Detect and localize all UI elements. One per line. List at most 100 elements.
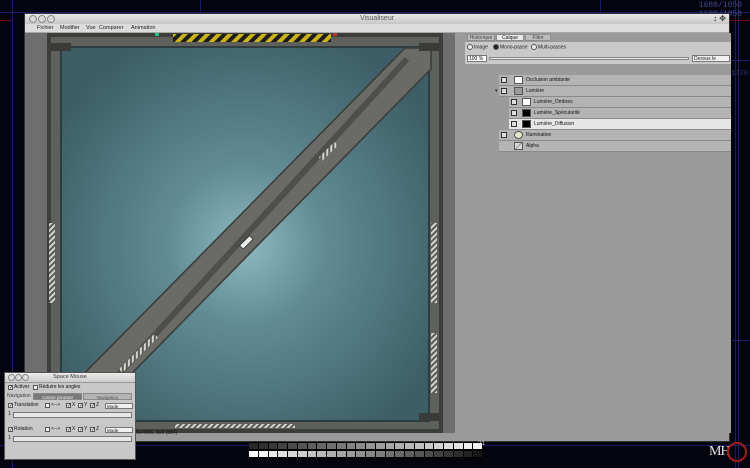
layer-thumbnail	[522, 109, 531, 117]
rotation-x-checkbox[interactable]: ✓	[66, 427, 71, 433]
layer-row-light-specular[interactable]: Lumière_Spécularité	[509, 108, 731, 119]
gray-swatch	[424, 443, 434, 449]
navigation-label: Navigation	[7, 393, 31, 399]
rotation-y-checkbox[interactable]: ✓	[78, 427, 83, 433]
red-seal-icon	[727, 442, 747, 462]
visibility-eye-icon[interactable]	[501, 77, 507, 83]
menu-view[interactable]: Vue	[86, 24, 96, 32]
gray-swatch	[395, 443, 404, 449]
zoom-palette-button[interactable]	[22, 374, 29, 381]
visibility-eye-icon[interactable]	[511, 121, 517, 127]
visibility-eye-icon[interactable]	[501, 132, 507, 138]
axis-y-label: Y	[84, 426, 88, 432]
gray-swatch	[288, 443, 297, 449]
menu-edit[interactable]: Modifier	[60, 24, 80, 32]
tab-history[interactable]: Historique	[467, 34, 495, 41]
layer-name: Illumination	[526, 132, 552, 138]
layer-thumbnail	[522, 98, 531, 106]
grid-line	[732, 60, 750, 61]
visibility-eye-icon[interactable]	[511, 110, 517, 116]
grid-line	[600, 0, 601, 13]
axis-z-label: Z	[96, 402, 100, 408]
translation-checkbox[interactable]: ✓	[8, 403, 13, 409]
gray-swatch	[249, 443, 258, 449]
palette-title: Space Mouse	[53, 374, 87, 380]
gray-swatch	[444, 443, 453, 449]
translation-speed-slider[interactable]	[13, 412, 132, 418]
gray-swatch	[453, 451, 463, 457]
radio-dot	[531, 44, 537, 50]
radio-label: Multi-passes	[538, 44, 567, 51]
resolution-readout-line: 1680/1050	[698, 1, 742, 10]
side-marking	[49, 223, 55, 303]
translation-invert-checkbox[interactable]	[45, 403, 50, 408]
gray-swatch	[307, 443, 317, 449]
tab-filter[interactable]: Filtre	[525, 34, 551, 41]
radio-label: Image	[474, 44, 488, 51]
gray-swatch	[385, 451, 395, 457]
menu-animation[interactable]: Animation	[131, 24, 155, 32]
layer-row-ambient-occlusion[interactable]: Occlusion ambiante	[499, 75, 731, 86]
rotation-speed-slider[interactable]	[13, 436, 132, 442]
translation-z-checkbox[interactable]: ✓	[90, 403, 95, 409]
close-palette-button[interactable]	[8, 374, 15, 381]
rotation-mode-select[interactable]: Mode	[105, 427, 133, 433]
rotation-z-checkbox[interactable]: ✓	[90, 427, 95, 433]
radio-mono-pass[interactable]: Mono-passe	[493, 44, 528, 51]
layer-thumbnail	[514, 87, 523, 95]
reduce-angles-checkbox[interactable]	[33, 385, 38, 390]
segment-pivot-center[interactable]: Centre pivotant	[33, 393, 82, 400]
layer-thumbnail	[514, 131, 523, 139]
window-title: Visualiseur	[359, 15, 395, 22]
menu-file[interactable]: Fichier	[37, 24, 54, 32]
menu-bar: Fichier Modifier Vue Comparer Animation	[25, 24, 729, 33]
radio-image[interactable]: Image	[467, 44, 488, 51]
activate-checkbox[interactable]: ✓	[8, 385, 13, 391]
gray-swatch	[249, 451, 258, 457]
disclosure-triangle-icon[interactable]: ▾	[495, 86, 498, 97]
gray-swatch	[434, 443, 443, 449]
visibility-eye-icon[interactable]	[501, 88, 507, 94]
translation-mode-select[interactable]: Mode	[105, 403, 133, 409]
layer-row-illumination[interactable]: Illumination	[499, 130, 731, 141]
visibility-eye-icon[interactable]	[511, 99, 517, 105]
gray-swatch	[288, 451, 297, 457]
opacity-slider[interactable]	[489, 57, 689, 60]
rotation-speed-value: 1	[8, 435, 11, 441]
blend-mode-select[interactable]: Dessus le	[692, 55, 730, 62]
axis-x-label: X	[72, 426, 76, 432]
layers-panel: Historique Calque Filtre Image Mono-pass…	[465, 33, 731, 433]
layer-row-light-shadows[interactable]: Lumière_Ombres	[509, 97, 731, 108]
layer-row-light[interactable]: ▾ Lumière	[495, 86, 731, 97]
side-readout: 1720	[731, 70, 748, 78]
rotation-invert-checkbox[interactable]	[45, 427, 50, 432]
segment-navigation[interactable]: Navigation	[83, 393, 132, 400]
layer-name: Occlusion ambiante	[526, 77, 570, 83]
minimize-palette-button[interactable]	[15, 374, 22, 381]
gray-swatch	[463, 451, 473, 457]
titlebar-tools-icon[interactable]: ↕ ✥	[713, 14, 726, 24]
layer-row-light-diffusion[interactable]: Lumière_Diffusion	[509, 119, 731, 130]
layer-name: Lumière_Ombres	[534, 99, 573, 105]
gray-swatch	[327, 451, 336, 457]
opacity-field[interactable]: 100 %	[467, 55, 487, 62]
visibility-eye-icon[interactable]	[501, 143, 507, 149]
translation-y-checkbox[interactable]: ✓	[78, 403, 83, 409]
translation-x-checkbox[interactable]: ✓	[66, 403, 71, 409]
axis-z-label: Z	[96, 426, 100, 432]
gray-swatch	[424, 451, 434, 457]
gray-swatch	[366, 443, 375, 449]
space-mouse-titlebar[interactable]: Space Mouse	[5, 373, 135, 383]
layer-name: Lumière_Diffusion	[534, 121, 575, 127]
gray-swatch	[473, 451, 482, 457]
gray-swatch	[346, 451, 356, 457]
radio-multi-pass[interactable]: Multi-passes	[531, 44, 566, 51]
gray-swatch	[405, 443, 414, 449]
rotation-label: Rotation	[14, 426, 33, 432]
gray-swatch	[356, 443, 365, 449]
reduce-angles-label: Réduire les angles	[39, 384, 81, 390]
menu-compare[interactable]: Comparer	[99, 24, 123, 32]
tab-layer[interactable]: Calque	[496, 34, 524, 41]
rotation-checkbox[interactable]: ✓	[8, 427, 13, 433]
layer-row-alpha[interactable]: Alpha	[499, 141, 731, 152]
